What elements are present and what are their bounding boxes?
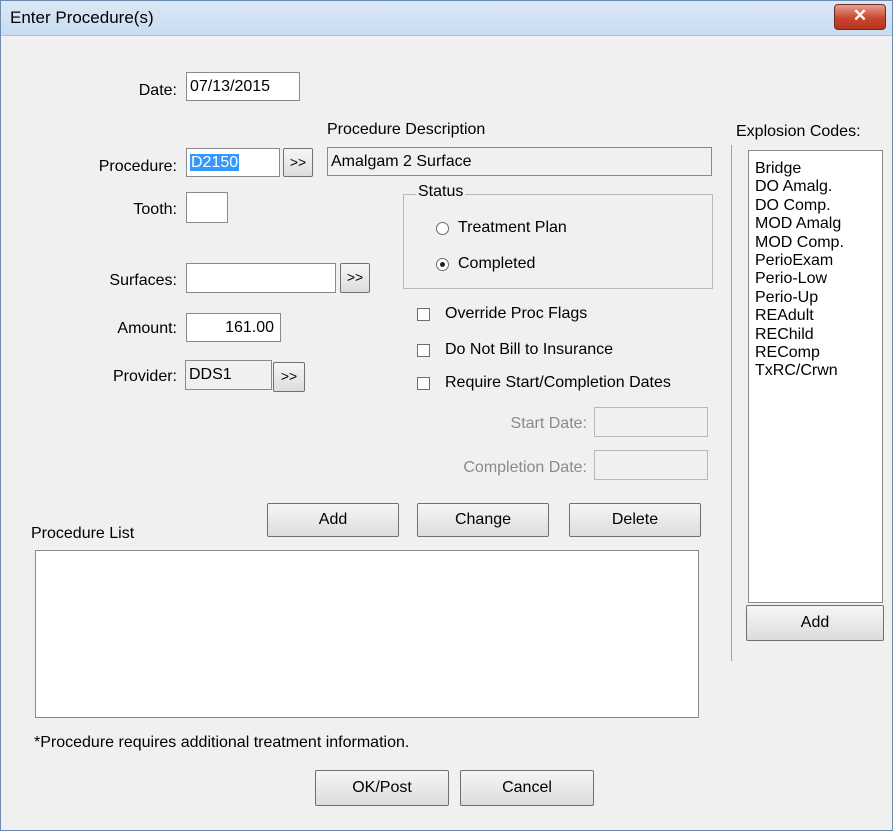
cancel-button[interactable]: Cancel xyxy=(460,770,594,806)
procedure-lookup-button[interactable]: >> xyxy=(283,148,313,177)
explosion-code-item[interactable]: MOD Comp. xyxy=(749,234,882,252)
provider-lookup-button[interactable]: >> xyxy=(273,362,305,392)
amount-label: Amount: xyxy=(117,320,177,337)
explosion-code-item[interactable]: Perio-Up xyxy=(749,289,882,307)
explosion-code-item[interactable]: PerioExam xyxy=(749,252,882,270)
explosion-code-item[interactable]: REComp xyxy=(749,344,882,362)
amount-field[interactable]: 161.00 xyxy=(186,313,281,342)
close-button[interactable]: ✕ xyxy=(834,4,886,30)
title-bar[interactable]: Enter Procedure(s) ✕ xyxy=(1,1,892,36)
status-completed-label[interactable]: Completed xyxy=(458,255,535,273)
explosion-codes-divider xyxy=(731,145,732,661)
dialog-body: Date: 07/13/2015 Procedure: D2150 >> Pro… xyxy=(9,37,889,826)
start-date-field xyxy=(594,407,708,437)
status-completed-radio[interactable] xyxy=(436,258,449,271)
surfaces-label: Surfaces: xyxy=(109,272,177,289)
date-label: Date: xyxy=(138,82,177,99)
procedure-change-button[interactable]: Change xyxy=(417,503,549,537)
procedure-add-button[interactable]: Add xyxy=(267,503,399,537)
explosion-add-button[interactable]: Add xyxy=(746,605,884,641)
status-group xyxy=(403,194,713,289)
radio-selected-dot xyxy=(440,262,445,267)
procedure-description-field: Amalgam 2 Surface xyxy=(327,147,712,176)
window-title: Enter Procedure(s) xyxy=(10,8,154,27)
provider-label: Provider: xyxy=(112,368,177,385)
completion-date-field xyxy=(594,450,708,480)
close-icon: ✕ xyxy=(852,6,868,25)
procedure-code-value: D2150 xyxy=(190,154,240,171)
explosion-code-item[interactable]: TxRC/Crwn xyxy=(749,362,882,380)
explosion-codes-list[interactable]: Bridge DO Amalg. DO Comp. MOD Amalg MOD … xyxy=(748,150,883,603)
tooth-label: Tooth: xyxy=(133,201,177,218)
require-dates-checkbox[interactable] xyxy=(417,377,430,390)
require-dates-label[interactable]: Require Start/Completion Dates xyxy=(445,374,671,392)
explosion-codes-label: Explosion Codes: xyxy=(736,123,861,140)
override-proc-flags-checkbox[interactable] xyxy=(417,308,430,321)
status-group-label: Status xyxy=(416,183,466,201)
procedure-code-field[interactable]: D2150 xyxy=(186,148,280,177)
start-date-label: Start Date: xyxy=(510,415,587,432)
enter-procedures-dialog: Enter Procedure(s) ✕ Date: 07/13/2015 Pr… xyxy=(0,0,893,831)
do-not-bill-checkbox[interactable] xyxy=(417,344,430,357)
completion-date-label: Completion Date: xyxy=(463,459,587,476)
provider-field: DDS1 xyxy=(185,360,272,390)
footnote-text: *Procedure requires additional treatment… xyxy=(34,734,410,751)
explosion-code-item[interactable]: MOD Amalg xyxy=(749,215,882,233)
explosion-code-item[interactable]: DO Amalg. xyxy=(749,178,882,196)
date-field[interactable]: 07/13/2015 xyxy=(186,72,300,101)
override-proc-flags-label[interactable]: Override Proc Flags xyxy=(445,305,587,323)
procedure-list-box[interactable] xyxy=(35,550,699,718)
status-treatment-plan-label[interactable]: Treatment Plan xyxy=(458,219,567,237)
surfaces-lookup-button[interactable]: >> xyxy=(340,263,370,293)
tooth-field[interactable] xyxy=(186,192,228,223)
explosion-code-item[interactable]: Bridge xyxy=(749,160,882,178)
procedure-description-label: Procedure Description xyxy=(327,121,486,138)
procedure-delete-button[interactable]: Delete xyxy=(569,503,701,537)
procedure-label: Procedure: xyxy=(98,158,177,175)
ok-post-button[interactable]: OK/Post xyxy=(315,770,449,806)
status-treatment-plan-radio[interactable] xyxy=(436,222,449,235)
do-not-bill-label[interactable]: Do Not Bill to Insurance xyxy=(445,341,613,359)
explosion-code-item[interactable]: REChild xyxy=(749,326,882,344)
explosion-code-item[interactable]: Perio-Low xyxy=(749,270,882,288)
procedure-list-label: Procedure List xyxy=(31,525,135,542)
explosion-code-item[interactable]: REAdult xyxy=(749,307,882,325)
explosion-code-item[interactable]: DO Comp. xyxy=(749,197,882,215)
surfaces-field[interactable] xyxy=(186,263,336,293)
